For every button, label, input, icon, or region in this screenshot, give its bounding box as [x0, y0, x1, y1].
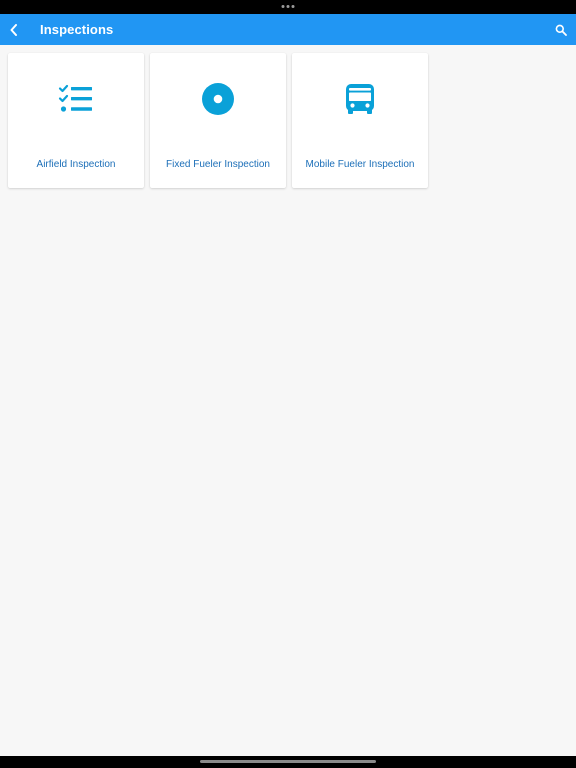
tile-fixed-fueler-inspection[interactable]: Fixed Fueler Inspection	[150, 53, 286, 188]
tile-label: Mobile Fueler Inspection	[305, 159, 415, 170]
bus-icon	[342, 81, 378, 117]
target-dot-icon	[200, 81, 236, 117]
multitask-handle[interactable]	[281, 5, 295, 8]
page-title: Inspections	[40, 22, 114, 37]
home-indicator[interactable]	[200, 760, 376, 763]
search-icon	[555, 24, 567, 36]
tile-mobile-fueler-inspection[interactable]: Mobile Fueler Inspection	[292, 53, 428, 188]
dot	[281, 5, 285, 8]
tile-label: Fixed Fueler Inspection	[166, 159, 270, 170]
tile-label: Airfield Inspection	[36, 159, 116, 170]
app-screen: Inspections Airfield Inspection Fixed Fu…	[0, 0, 576, 768]
inspection-tiles: Airfield Inspection Fixed Fueler Inspect…	[8, 53, 428, 188]
dot	[286, 5, 290, 8]
tile-airfield-inspection[interactable]: Airfield Inspection	[8, 53, 144, 188]
checklist-icon	[58, 81, 94, 117]
back-button[interactable]	[0, 14, 28, 45]
app-bar: Inspections	[0, 14, 576, 45]
search-button[interactable]	[552, 14, 570, 45]
home-indicator-area	[0, 756, 576, 768]
status-bar	[0, 0, 576, 14]
chevron-left-icon	[10, 23, 17, 36]
dot	[291, 5, 295, 8]
